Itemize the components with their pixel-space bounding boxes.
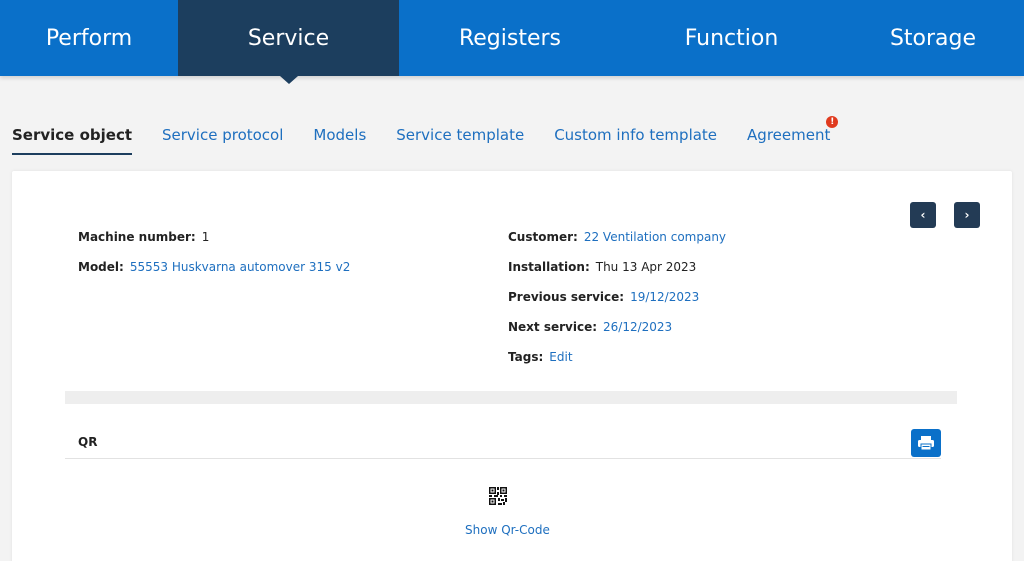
print-button[interactable] [911, 429, 941, 457]
customer-link[interactable]: 22 Ventilation company [584, 230, 726, 244]
chevron-left-icon: ‹ [920, 208, 926, 222]
tab-service[interactable]: Service [178, 0, 399, 84]
main-nav: Perform Service Registers Function Stora… [0, 0, 1024, 84]
subtab-agreement[interactable]: Agreement ! [747, 116, 839, 153]
installation-field: Installation: Thu 13 Apr 2023 [508, 260, 696, 274]
model-field: Model: 55553 Huskvarna automover 315 v2 [78, 260, 350, 274]
customer-field: Customer: 22 Ventilation company [508, 230, 726, 244]
qr-section-title: QR [78, 435, 98, 449]
next-service-field: Next service: 26/12/2023 [508, 320, 672, 334]
tab-perform[interactable]: Perform [0, 0, 178, 76]
tags-label: Tags: [508, 350, 544, 364]
tab-function[interactable]: Function [621, 0, 842, 76]
previous-service-link[interactable]: 19/12/2023 [630, 290, 699, 304]
previous-service-label: Previous service: [508, 290, 625, 304]
tab-registers[interactable]: Registers [399, 0, 621, 76]
sub-nav: Service object Service protocol Models S… [12, 116, 860, 155]
next-record-button[interactable]: › [954, 202, 980, 228]
qr-header-line [65, 458, 941, 459]
model-label: Model: [78, 260, 124, 274]
subtab-service-object[interactable]: Service object [12, 118, 132, 155]
next-service-link[interactable]: 26/12/2023 [603, 320, 672, 334]
subtab-models[interactable]: Models [313, 118, 366, 153]
tags-field: Tags: Edit [508, 350, 573, 364]
next-service-label: Next service: [508, 320, 598, 334]
subtab-custom-info-template[interactable]: Custom info template [554, 118, 717, 153]
service-object-card: ‹ › Machine number: 1 Model: 55553 Huskvar… [12, 171, 1012, 561]
section-divider [65, 391, 957, 404]
show-qr-code-link[interactable]: Show Qr-Code [465, 523, 550, 537]
prev-record-button[interactable]: ‹ [910, 202, 936, 228]
model-link[interactable]: 55553 Huskvarna automover 315 v2 [130, 260, 351, 274]
previous-service-field: Previous service: 19/12/2023 [508, 290, 699, 304]
machine-number-field: Machine number: 1 [78, 230, 209, 244]
subtab-service-protocol[interactable]: Service protocol [162, 118, 283, 153]
tab-storage[interactable]: Storage [842, 0, 1024, 76]
subtab-service-template[interactable]: Service template [396, 118, 524, 153]
machine-number-value: 1 [201, 230, 210, 244]
alert-badge: ! [826, 116, 839, 128]
installation-label: Installation: [508, 260, 590, 274]
chevron-right-icon: › [964, 208, 970, 222]
machine-number-label: Machine number: [78, 230, 196, 244]
qr-code-icon[interactable] [489, 487, 507, 505]
tags-edit-link[interactable]: Edit [549, 350, 572, 364]
subtab-agreement-label: Agreement [747, 126, 831, 144]
customer-label: Customer: [508, 230, 578, 244]
installation-value: Thu 13 Apr 2023 [595, 260, 697, 274]
printer-icon [918, 436, 934, 451]
